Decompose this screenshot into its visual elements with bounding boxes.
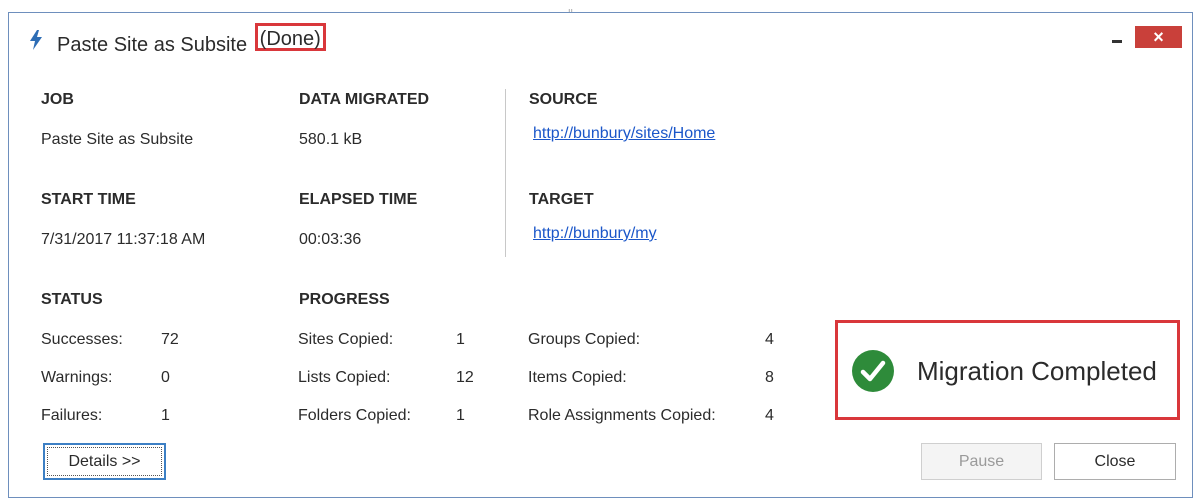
title-status: (Done) [259, 28, 321, 50]
job-label: JOB [41, 91, 74, 108]
job-value: Paste Site as Subsite [41, 131, 194, 148]
migration-completed-panel: Migration Completed [835, 320, 1180, 420]
migration-completed-text: Migration Completed [917, 356, 1157, 386]
title-bar: Paste Site as Subsite (Done) × [9, 13, 1192, 63]
close-icon: × [1153, 27, 1164, 47]
close-button-label: Close [1094, 453, 1136, 470]
migration-dialog: Paste Site as Subsite (Done) × JOB Paste… [8, 12, 1193, 498]
role-assignments-copied-label: Role Assignments Copied: [528, 407, 716, 424]
target-label: TARGET [529, 191, 594, 208]
lists-copied-label: Lists Copied: [298, 369, 391, 386]
successes-value: 72 [161, 331, 179, 348]
failures-value: 1 [161, 407, 170, 424]
source-label: SOURCE [529, 91, 598, 108]
pause-button-label: Pause [958, 453, 1005, 470]
window-title: Paste Site as Subsite (Done) [57, 23, 326, 57]
close-button[interactable]: Close [1054, 443, 1176, 480]
section-divider [505, 89, 506, 257]
role-assignments-copied-value: 4 [765, 407, 774, 424]
items-copied-value: 8 [765, 369, 774, 386]
details-button[interactable]: Details >> [43, 443, 166, 480]
warnings-label: Warnings: [41, 369, 113, 386]
minimize-button[interactable] [1102, 23, 1132, 47]
folders-copied-value: 1 [456, 407, 465, 424]
groups-copied-value: 4 [765, 331, 774, 348]
data-migrated-label: DATA MIGRATED [299, 91, 430, 108]
source-link[interactable]: http://bunbury/sites/Home [533, 125, 715, 143]
progress-label: PROGRESS [299, 291, 390, 308]
failures-label: Failures: [41, 407, 103, 424]
warnings-value: 0 [161, 369, 170, 386]
folders-copied-label: Folders Copied: [298, 407, 411, 424]
lists-copied-value: 12 [456, 369, 474, 386]
start-time-value: 7/31/2017 11:37:18 AM [41, 231, 206, 248]
details-focus-ring [47, 447, 162, 476]
title-status-highlight: (Done) [254, 23, 326, 51]
data-migrated-value: 580.1 kB [299, 131, 363, 148]
successes-label: Successes: [41, 331, 123, 348]
status-label: STATUS [41, 291, 103, 308]
pause-button[interactable]: Pause [921, 443, 1042, 480]
lightning-icon [30, 30, 42, 50]
checkmark-icon [860, 360, 886, 382]
title-main: Paste Site as Subsite [57, 34, 248, 56]
sites-copied-value: 1 [456, 331, 465, 348]
elapsed-time-label: ELAPSED TIME [299, 191, 418, 208]
start-time-label: START TIME [41, 191, 136, 208]
items-copied-label: Items Copied: [528, 369, 627, 386]
check-circle-icon [852, 350, 894, 392]
groups-copied-label: Groups Copied: [528, 331, 641, 348]
sites-copied-label: Sites Copied: [298, 331, 394, 348]
elapsed-time-value: 00:03:36 [299, 231, 362, 248]
close-window-button[interactable]: × [1135, 26, 1182, 48]
target-link[interactable]: http://bunbury/my [533, 225, 657, 243]
